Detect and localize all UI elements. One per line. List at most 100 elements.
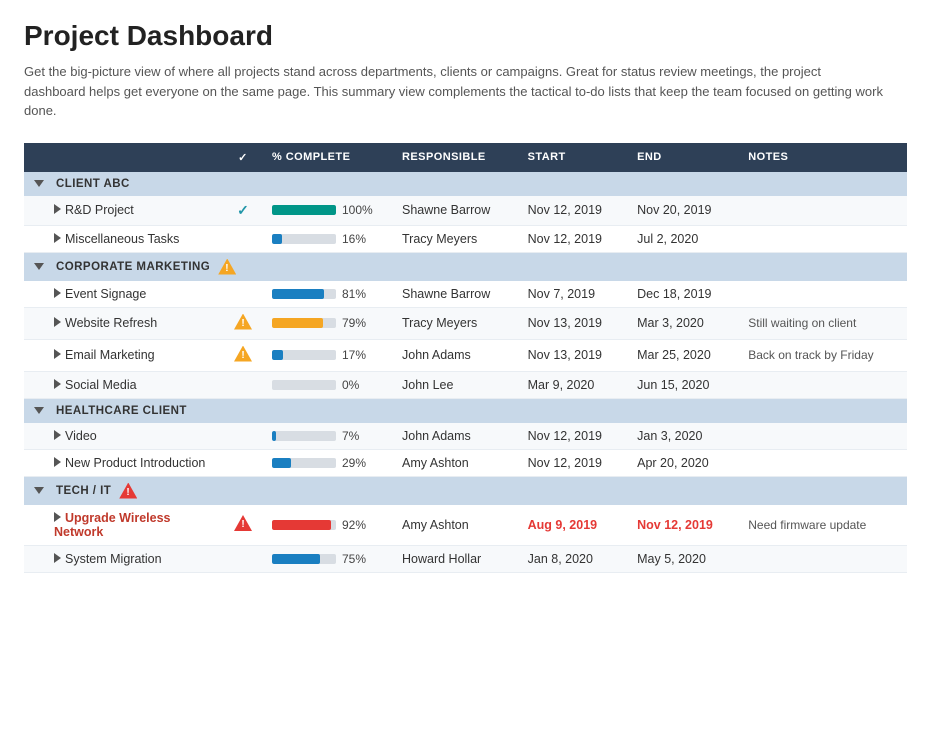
percent-label: 100% <box>342 203 373 217</box>
start-date-cell: Nov 13, 2019 <box>518 339 628 371</box>
status-cell <box>224 339 262 371</box>
start-date-cell: Nov 7, 2019 <box>518 281 628 308</box>
col-header-responsible: RESPONSIBLE <box>392 143 518 172</box>
responsible-cell: John Adams <box>392 423 518 450</box>
percent-label: 79% <box>342 316 370 330</box>
notes-cell <box>738 281 907 308</box>
end-date-cell: Mar 25, 2020 <box>627 339 738 371</box>
status-cell <box>224 545 262 572</box>
row-expand-icon <box>54 233 61 243</box>
table-row: Video7%John AdamsNov 12, 2019Jan 3, 2020 <box>24 423 907 450</box>
group-label: CORPORATE MARKETING <box>56 261 210 273</box>
row-expand-icon <box>54 379 61 389</box>
responsible-cell: Tracy Meyers <box>392 307 518 339</box>
progress-cell: 79% <box>262 307 392 339</box>
project-name-label: Video <box>65 429 97 443</box>
progress-cell: 17% <box>262 339 392 371</box>
percent-label: 81% <box>342 287 370 301</box>
warning-icon <box>234 346 252 362</box>
end-date-cell: Jun 15, 2020 <box>627 371 738 398</box>
status-cell <box>224 505 262 546</box>
table-row: System Migration75%Howard HollarJan 8, 2… <box>24 545 907 572</box>
progress-cell: 0% <box>262 371 392 398</box>
row-expand-icon <box>54 457 61 467</box>
responsible-cell: John Adams <box>392 339 518 371</box>
group-row[interactable]: HEALTHCARE CLIENT <box>24 398 907 423</box>
project-name-cell[interactable]: System Migration <box>24 545 224 572</box>
progress-cell: 75% <box>262 545 392 572</box>
progress-fill <box>272 318 323 328</box>
notes-cell: Still waiting on client <box>738 307 907 339</box>
row-expand-icon <box>54 317 61 327</box>
percent-label: 92% <box>342 518 370 532</box>
project-name-cell[interactable]: Email Marketing <box>24 339 224 371</box>
row-expand-icon <box>54 430 61 440</box>
responsible-cell: Tracy Meyers <box>392 225 518 252</box>
status-cell <box>224 449 262 476</box>
col-header-name <box>24 143 224 172</box>
col-header-end: END <box>627 143 738 172</box>
project-name-cell[interactable]: Event Signage <box>24 281 224 308</box>
page-subtitle: Get the big-picture view of where all pr… <box>24 62 884 121</box>
project-name-cell[interactable]: Miscellaneous Tasks <box>24 225 224 252</box>
row-expand-icon <box>54 512 61 522</box>
status-cell <box>224 281 262 308</box>
project-name-cell[interactable]: Social Media <box>24 371 224 398</box>
notes-cell <box>738 423 907 450</box>
start-date-cell: Nov 12, 2019 <box>518 196 628 226</box>
progress-fill <box>272 458 291 468</box>
project-name-cell[interactable]: Website Refresh <box>24 307 224 339</box>
progress-cell: 29% <box>262 449 392 476</box>
percent-label: 29% <box>342 456 370 470</box>
project-name-label: Upgrade Wireless Network <box>54 511 170 539</box>
row-expand-icon <box>54 204 61 214</box>
percent-label: 7% <box>342 429 370 443</box>
end-date-cell: Nov 20, 2019 <box>627 196 738 226</box>
expand-icon <box>34 487 44 494</box>
end-date-cell: May 5, 2020 <box>627 545 738 572</box>
notes-cell <box>738 449 907 476</box>
table-row: R&D Project✓100%Shawne BarrowNov 12, 201… <box>24 196 907 226</box>
start-date-cell: Nov 12, 2019 <box>518 225 628 252</box>
progress-fill <box>272 350 283 360</box>
project-name-label: Social Media <box>65 378 137 392</box>
responsible-cell: Amy Ashton <box>392 505 518 546</box>
row-expand-icon <box>54 288 61 298</box>
progress-cell: 100% <box>262 196 392 226</box>
project-table: ✓ % COMPLETE RESPONSIBLE START END NOTES… <box>24 143 907 573</box>
project-name-label: System Migration <box>65 552 162 566</box>
notes-cell: Need firmware update <box>738 505 907 546</box>
project-name-label: Website Refresh <box>65 316 157 330</box>
expand-icon <box>34 407 44 414</box>
page-title: Project Dashboard <box>24 20 907 52</box>
col-header-notes: NOTES <box>738 143 907 172</box>
group-row[interactable]: CORPORATE MARKETING <box>24 252 907 281</box>
end-date-cell: Apr 20, 2020 <box>627 449 738 476</box>
status-cell <box>224 371 262 398</box>
table-header-row: ✓ % COMPLETE RESPONSIBLE START END NOTES <box>24 143 907 172</box>
row-expand-icon <box>54 349 61 359</box>
notes-cell <box>738 545 907 572</box>
group-label: CLIENT ABC <box>56 178 130 190</box>
progress-cell: 7% <box>262 423 392 450</box>
project-name-label: Miscellaneous Tasks <box>65 232 179 246</box>
responsible-cell: John Lee <box>392 371 518 398</box>
project-name-cell[interactable]: Upgrade Wireless Network <box>24 505 224 546</box>
responsible-cell: Shawne Barrow <box>392 196 518 226</box>
col-header-start: START <box>518 143 628 172</box>
start-date-cell: Nov 13, 2019 <box>518 307 628 339</box>
responsible-cell: Shawne Barrow <box>392 281 518 308</box>
table-row: New Product Introduction29%Amy AshtonNov… <box>24 449 907 476</box>
group-row[interactable]: TECH / IT <box>24 476 907 505</box>
progress-fill <box>272 431 276 441</box>
group-row[interactable]: CLIENT ABC <box>24 172 907 196</box>
project-name-cell[interactable]: R&D Project <box>24 196 224 226</box>
project-name-cell[interactable]: New Product Introduction <box>24 449 224 476</box>
project-name-label: R&D Project <box>65 203 134 217</box>
project-name-cell[interactable]: Video <box>24 423 224 450</box>
warning-icon <box>234 314 252 330</box>
group-label: TECH / IT <box>56 485 111 497</box>
status-cell <box>224 307 262 339</box>
start-date-cell: Nov 12, 2019 <box>518 423 628 450</box>
project-name-label: Event Signage <box>65 287 146 301</box>
